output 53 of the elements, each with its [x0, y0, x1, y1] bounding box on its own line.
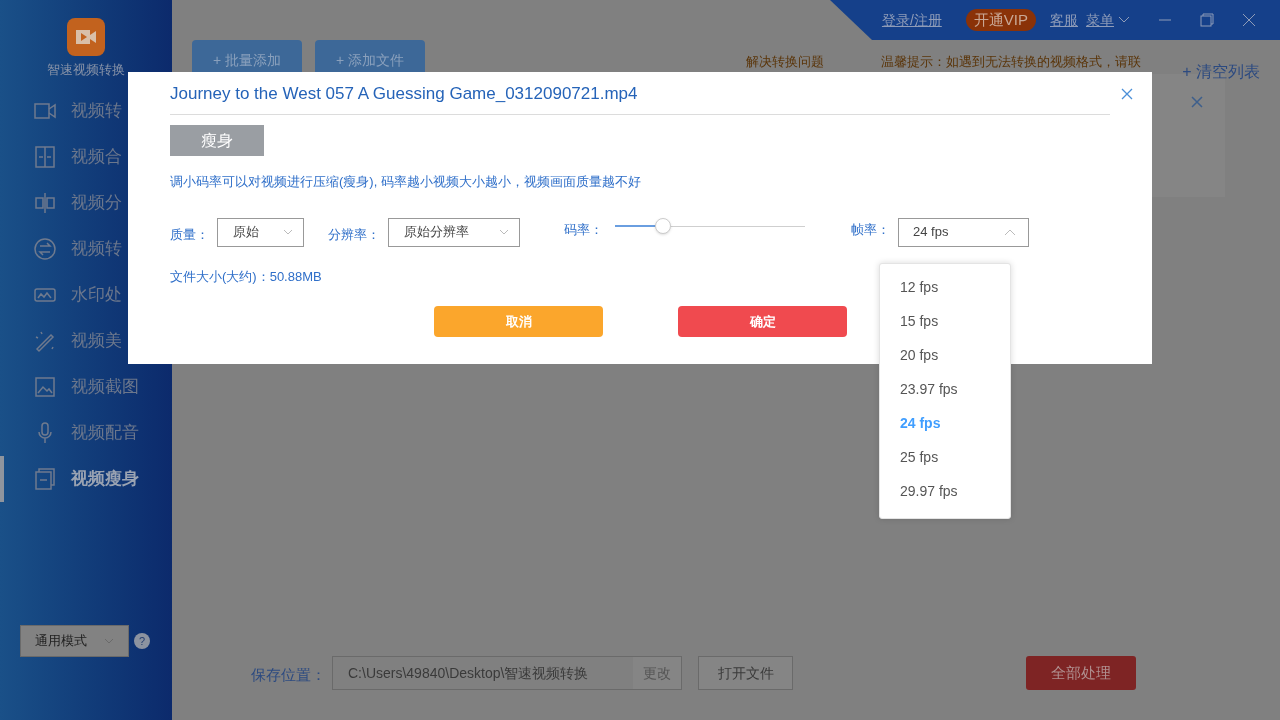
app-logo-icon — [67, 18, 105, 56]
vip-button[interactable]: 开通VIP — [965, 9, 1036, 31]
chevron-up-icon — [1004, 228, 1016, 236]
chevron-down-icon — [499, 229, 509, 235]
compress-tab[interactable]: 瘦身 — [170, 125, 264, 156]
hint-text: 温馨提示：如遇到无法转换的视频格式，请联 — [881, 53, 1141, 71]
swap-icon — [33, 236, 57, 261]
resolution-select[interactable]: 原始分辨率 — [388, 217, 520, 247]
fps-label: 帧率： — [851, 220, 890, 239]
sidebar-item[interactable]: 视频配音 — [0, 409, 172, 456]
open-file-button[interactable]: 打开文件 — [698, 656, 793, 690]
file-size-text: 文件大小(大约)：50.88MB — [170, 267, 323, 286]
fps-option[interactable]: 12 fps — [880, 270, 1010, 304]
close-icon[interactable] — [1121, 88, 1133, 100]
close-icon[interactable] — [1191, 96, 1203, 108]
app-name: 智速视频转换 — [47, 61, 125, 79]
fps-option[interactable]: 15 fps — [880, 304, 1010, 338]
slider-thumb[interactable] — [654, 217, 671, 234]
split-icon — [33, 190, 57, 215]
fps-option[interactable]: 20 fps — [880, 338, 1010, 372]
bitrate-label: 码率： — [564, 220, 603, 239]
fps-option[interactable]: 23.97 fps — [880, 372, 1010, 406]
quality-select[interactable]: 原始 — [217, 217, 304, 247]
dialog-title: Journey to the West 057 A Guessing Game_0312090721.mp4 — [170, 83, 638, 106]
sidebar-item[interactable]: 视频美 — [0, 317, 172, 364]
confirm-button[interactable]: 确定 — [678, 306, 847, 337]
merge-icon — [33, 144, 57, 169]
document-icon — [33, 466, 57, 491]
process-all-button[interactable]: 全部处理 — [1026, 656, 1136, 690]
quality-label: 质量： — [170, 225, 209, 244]
sidebar-item[interactable]: 视频瘦身 — [0, 455, 172, 502]
login-link[interactable]: 登录/注册 — [881, 9, 942, 31]
restore-icon[interactable] — [1200, 13, 1214, 27]
cancel-button[interactable]: 取消 — [434, 306, 603, 337]
fps-select[interactable]: 24 fps — [898, 217, 1029, 247]
image-icon — [33, 374, 57, 399]
sidebar-item[interactable]: 视频截图 — [0, 363, 172, 410]
fps-option[interactable]: 29.97 fps — [880, 474, 1010, 508]
description-text: 调小码率可以对视频进行压缩(瘦身), 码率越小视频大小越小，视频画面质量越不好 — [170, 173, 642, 191]
mode-select[interactable]: 通用模式 — [20, 625, 129, 657]
chevron-down-icon — [283, 229, 293, 235]
menu-link[interactable]: 菜单 — [1086, 9, 1114, 31]
service-link[interactable]: 客服 — [1050, 9, 1078, 31]
chevron-down-icon — [1118, 16, 1130, 24]
hint-link[interactable]: 解决转换问题 — [746, 52, 824, 72]
save-location-label: 保存位置： — [251, 665, 326, 685]
fps-option[interactable]: 24 fps — [880, 406, 1010, 440]
close-icon[interactable] — [1242, 13, 1256, 27]
clear-list-button[interactable]: + 清空列表 — [1182, 60, 1260, 84]
resolution-label: 分辨率： — [328, 225, 380, 244]
help-icon[interactable]: ? — [134, 633, 150, 649]
fps-option[interactable]: 25 fps — [880, 440, 1010, 474]
chevron-down-icon — [104, 638, 114, 644]
